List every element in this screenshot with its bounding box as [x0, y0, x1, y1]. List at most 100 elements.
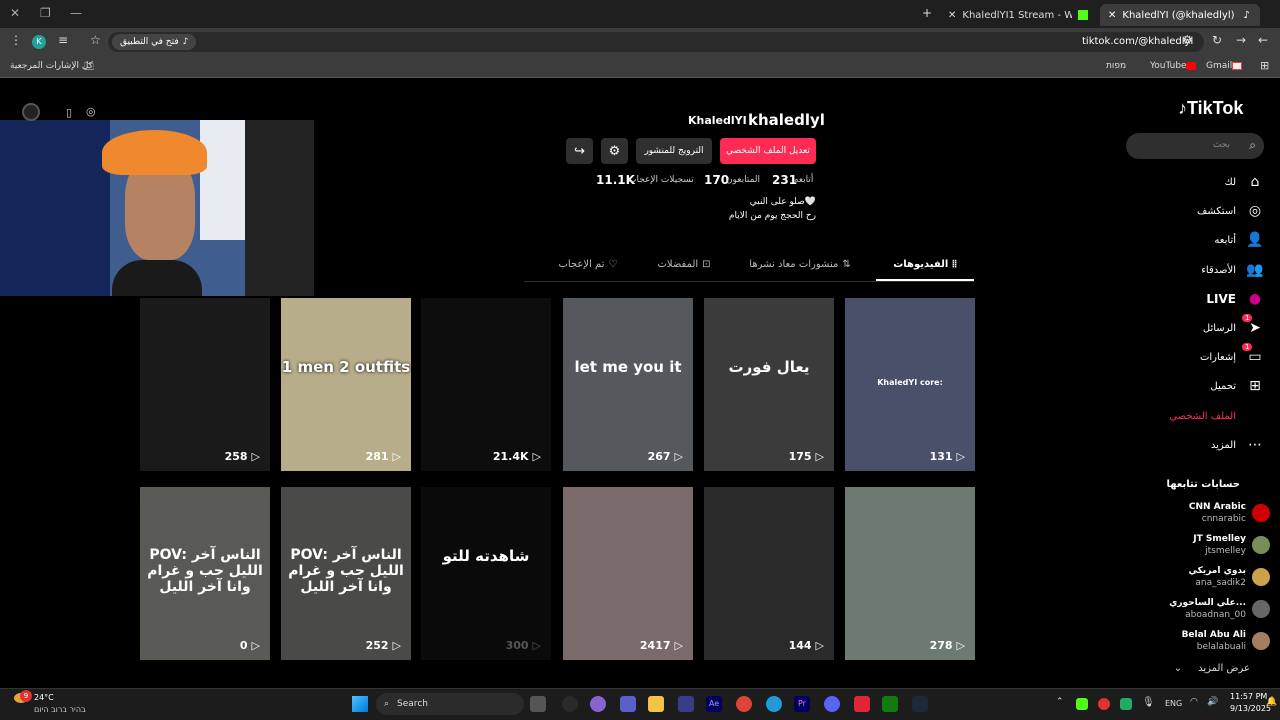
profile-avatar[interactable]: K — [32, 35, 46, 49]
edge-icon[interactable] — [766, 696, 782, 712]
notification-bell-icon[interactable]: 🔔 — [1266, 697, 1277, 707]
bookmark-youtube[interactable]: YouTube — [1150, 61, 1187, 71]
sidebar-item-upload[interactable]: تحميل ⊞ — [1124, 374, 1264, 398]
wifi-icon[interactable]: ◠ — [1190, 697, 1198, 707]
steam-icon[interactable] — [912, 696, 928, 712]
back-icon[interactable]: ← — [1258, 33, 1268, 47]
sidebar-item-home[interactable]: لك ⌂ — [1124, 170, 1264, 194]
bookmark-star-icon[interactable]: ☆ — [90, 33, 101, 47]
chatgpt-icon[interactable] — [562, 696, 578, 712]
bookmark-gmail[interactable]: Gmail — [1206, 61, 1232, 71]
all-bookmarks[interactable]: كل الإشارات المرجعية — [10, 61, 93, 71]
reload-icon[interactable]: ↻ — [1212, 33, 1222, 47]
tray-kick-icon[interactable] — [1076, 698, 1088, 710]
task-view-icon[interactable] — [530, 696, 546, 712]
search-input[interactable]: بحث ⌕ — [1126, 133, 1264, 159]
video-thumbnail[interactable]: 144 ▷ — [704, 487, 834, 660]
phone-icon[interactable]: ▯ — [66, 106, 72, 119]
sidebar-item-live[interactable]: LIVE ● — [1124, 287, 1264, 311]
language-indicator[interactable]: ENG — [1165, 699, 1182, 708]
windows-start-icon[interactable] — [352, 696, 368, 712]
video-thumbnail[interactable]: 258 ▷ — [140, 298, 270, 471]
tray-chevron-icon[interactable]: ⌃ — [1056, 697, 1064, 707]
store-icon[interactable] — [678, 696, 694, 712]
new-tab-icon[interactable]: + — [922, 6, 932, 20]
tab-search-icon[interactable]: ≡ — [58, 33, 68, 47]
chrome-icon[interactable] — [736, 696, 752, 712]
following-account[interactable]: علي الساحوري... aboadnan_00 — [1130, 595, 1270, 623]
video-thumbnail[interactable]: 21.4K ▷ — [421, 298, 551, 471]
tray-app-icon[interactable] — [1098, 698, 1110, 710]
microphone-icon[interactable]: 🎙 — [1142, 697, 1155, 708]
forward-icon[interactable]: → — [1236, 33, 1246, 47]
clock-date[interactable]: 9/13/2025 — [1230, 704, 1271, 713]
tab-stream[interactable]: ✕ KhaledlYI1 Stream - Watch Live — [940, 4, 1100, 26]
tab-favorites[interactable]: المفضلات ⊡ — [644, 259, 724, 270]
live-icon: ● — [1248, 291, 1262, 307]
search-icon[interactable]: ⌕ — [1249, 138, 1256, 153]
file-explorer-icon[interactable] — [648, 696, 664, 712]
edit-profile-button[interactable]: تعديل الملف الشخصي — [720, 138, 816, 164]
close-window-icon[interactable]: ✕ — [10, 6, 20, 20]
video-thumbnail[interactable]: شاهدته للتو 300 ▷ — [421, 487, 551, 660]
tab-videos[interactable]: الفيديوهات ⦙⦙ — [880, 259, 970, 270]
compass-icon[interactable]: ◎ — [86, 105, 96, 118]
sidebar-item-friends[interactable]: الأصدقاء 👥 — [1124, 258, 1264, 282]
sidebar-item-explore[interactable]: استكشف ◎ — [1124, 199, 1264, 223]
xbox-icon[interactable] — [882, 696, 898, 712]
video-views: 300 ▷ — [506, 639, 541, 652]
tab-close-icon[interactable]: ✕ — [1108, 10, 1116, 21]
video-thumbnail[interactable]: يعال فورت 175 ▷ — [704, 298, 834, 471]
video-caption: POV: الناس آخر الليل حب و غرام وانا آخر … — [288, 547, 404, 595]
bookmark-maps[interactable]: מפות — [1106, 61, 1126, 71]
tiktok-logo[interactable]: ♪TikTok — [1178, 98, 1243, 119]
sidebar-item-notifications[interactable]: إشعارات ▭ 1 — [1124, 343, 1264, 369]
video-thumbnail[interactable]: KhaledYI core: 131 ▷ — [845, 298, 975, 471]
volume-icon[interactable]: 🔊 — [1207, 697, 1218, 707]
gmail-icon — [1232, 62, 1242, 70]
following-account[interactable]: JT Smelley jtsmelley — [1130, 531, 1270, 559]
apps-grid-icon[interactable]: ⊞ — [1260, 59, 1269, 72]
tab-close-icon[interactable]: ✕ — [948, 10, 956, 21]
video-caption: 1 men 2 outfits — [281, 358, 411, 376]
tab-liked[interactable]: تم الإعجاب ♡ — [548, 259, 628, 270]
see-more-button[interactable]: ⌄ عرض المزيد — [1174, 663, 1250, 674]
promote-post-button[interactable]: الترويج للمنشور — [636, 138, 712, 164]
premiere-icon[interactable]: Pr — [794, 696, 810, 712]
obs-red-icon[interactable] — [854, 696, 870, 712]
tab-reposts[interactable]: منشورات معاد نشرها ⇅ — [740, 259, 860, 270]
video-thumbnail[interactable]: 2417 ▷ — [563, 487, 693, 660]
after-effects-icon[interactable]: Ae — [706, 696, 722, 712]
following-account[interactable]: CNN Arabic cnnarabic — [1130, 499, 1270, 527]
sidebar-item-more[interactable]: المزيد ⋯ — [1124, 433, 1264, 457]
sidebar-item-following[interactable]: أتابعه 👤 — [1124, 228, 1264, 252]
record-icon[interactable] — [22, 103, 40, 121]
share-button[interactable]: ↪ — [566, 138, 593, 164]
video-thumbnail[interactable]: let me you it 267 ▷ — [563, 298, 693, 471]
clock-time[interactable]: 11:57 PM — [1230, 692, 1267, 701]
taskbar-search[interactable]: ⌕ Search — [376, 693, 524, 715]
video-thumbnail[interactable]: 1 men 2 outfits 281 ▷ — [281, 298, 411, 471]
address-bar[interactable] — [108, 32, 1204, 52]
copilot-icon[interactable] — [590, 696, 606, 712]
discord-icon[interactable] — [824, 696, 840, 712]
video-thumbnail[interactable]: POV: الناس آخر الليل حب و غرام وانا آخر … — [281, 487, 411, 660]
webcam-wall — [0, 120, 110, 296]
video-thumbnail[interactable]: POV: الناس آخر الليل حب و غرام وانا آخر … — [140, 487, 270, 660]
following-account[interactable]: بدوي امريكي ana_sadik2 — [1130, 563, 1270, 591]
following-account[interactable]: Belal Abu Ali belalabuali — [1130, 627, 1270, 655]
video-views: 0 ▷ — [240, 639, 260, 652]
minimize-window-icon[interactable]: — — [70, 6, 82, 20]
settings-button[interactable]: ⚙ — [601, 138, 628, 164]
sidebar-item-profile[interactable]: الملف الشخصي● — [1124, 404, 1264, 428]
open-in-app-chip[interactable]: فتح في التطبيق ♪ — [112, 34, 197, 50]
teams-icon[interactable] — [620, 696, 636, 712]
restore-window-icon[interactable]: ❐ — [40, 6, 51, 20]
menu-icon[interactable]: ⋮ — [10, 33, 22, 47]
tray-sync-icon[interactable] — [1120, 698, 1132, 710]
site-settings-icon[interactable]: ⚙ — [1182, 33, 1193, 47]
tab-tiktok[interactable]: ✕ KhaledlYI (@khaledlyl) | TikTok ♪ — [1100, 4, 1260, 26]
video-thumbnail[interactable]: 278 ▷ — [845, 487, 975, 660]
sidebar-item-messages[interactable]: الرسائل ➤ 1 — [1124, 314, 1264, 340]
url-text[interactable]: tiktok.com/@khaledlyl — [1082, 36, 1193, 47]
